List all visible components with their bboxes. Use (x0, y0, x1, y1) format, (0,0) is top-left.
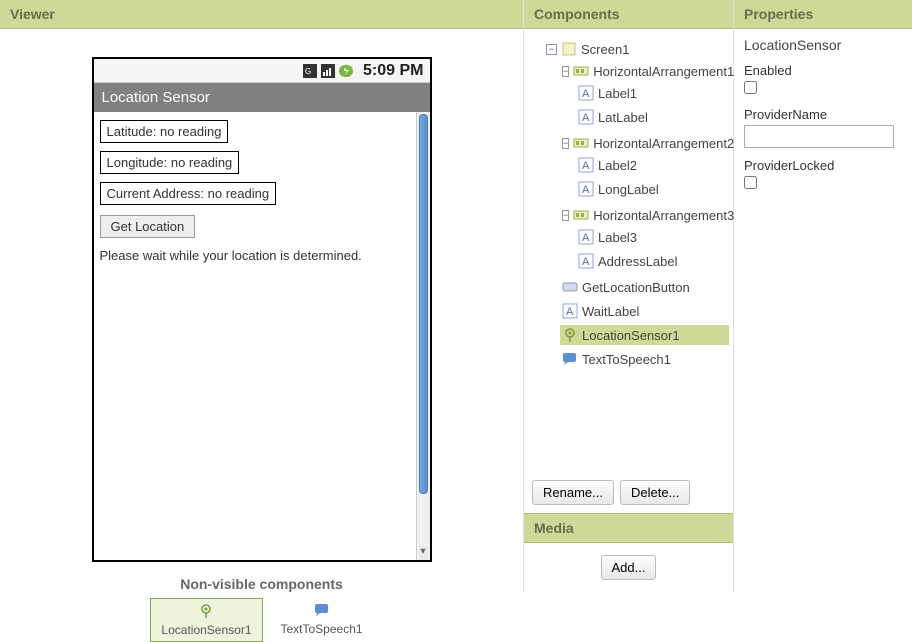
nonvisible-texttospeech[interactable]: TextToSpeech1 (271, 598, 373, 642)
nonvisible-heading: Non-visible components (180, 576, 343, 592)
tree-item-label3[interactable]: A Label3 (576, 227, 729, 247)
screen-icon (561, 41, 577, 57)
tree-item-screen1[interactable]: − Screen1 (544, 39, 729, 59)
app-titlebar: Location Sensor (94, 83, 430, 112)
svg-text:A: A (582, 88, 590, 100)
tree-item-getlocationbutton[interactable]: GetLocationButton (560, 277, 729, 297)
tree-item-label1[interactable]: A Label1 (576, 83, 729, 103)
media-header: Media (524, 513, 733, 543)
wait-label: Please wait while your location is deter… (100, 248, 410, 263)
tree-item-waitlabel[interactable]: A WaitLabel (560, 301, 729, 321)
speech-icon (314, 602, 330, 618)
latitude-row: Latitude: no reading (100, 120, 229, 143)
expander-icon[interactable]: − (546, 44, 557, 55)
nonvisible-label: TextToSpeech1 (281, 622, 363, 636)
add-media-button[interactable]: Add... (601, 555, 657, 580)
tree-item-label2[interactable]: A Label2 (576, 155, 729, 175)
speech-icon (562, 351, 578, 367)
scroll-down-icon[interactable]: ▾ (419, 546, 428, 560)
component-tree: − Screen1 − HorizontalArrangement1 (524, 29, 733, 472)
phone-preview: G 5:09 PM Location Sensor Latitude: no r… (92, 57, 432, 562)
nonvisible-locationsensor[interactable]: LocationSensor1 (150, 598, 262, 642)
tree-item-locationsensor1[interactable]: LocationSensor1 (560, 325, 729, 345)
providername-label: ProviderName (744, 107, 902, 122)
label-icon: A (578, 157, 594, 173)
components-header: Components (524, 0, 733, 29)
nonvisible-label: LocationSensor1 (161, 623, 251, 637)
tree-item-texttospeech1[interactable]: TextToSpeech1 (560, 349, 729, 369)
svg-text:A: A (582, 256, 590, 268)
expander-icon[interactable]: − (562, 66, 569, 77)
label-icon: A (578, 109, 594, 125)
viewer-panel: Viewer G 5:09 PM Location Sensor (0, 0, 524, 592)
scrollbar[interactable]: ▾ (416, 112, 430, 560)
arrangement-icon (573, 135, 589, 151)
delete-button[interactable]: Delete... (620, 480, 690, 505)
address-row: Current Address: no reading (100, 182, 277, 205)
statusbar: G 5:09 PM (94, 59, 430, 83)
network-icon: G (303, 64, 317, 78)
tree-item-latlabel[interactable]: A LatLabel (576, 107, 729, 127)
providerlocked-label: ProviderLocked (744, 158, 902, 173)
label-icon: A (578, 85, 594, 101)
battery-icon (339, 64, 355, 78)
location-icon (198, 603, 214, 619)
svg-text:A: A (582, 184, 590, 196)
svg-text:A: A (566, 306, 574, 318)
enabled-checkbox[interactable] (744, 81, 757, 94)
providerlocked-checkbox[interactable] (744, 176, 757, 189)
viewer-header: Viewer (0, 0, 523, 29)
label-icon: A (578, 253, 594, 269)
components-panel: Components − Screen1 − Horizonta (524, 0, 734, 592)
statusbar-time: 5:09 PM (363, 62, 423, 80)
properties-header: Properties (734, 0, 912, 29)
location-icon (562, 327, 578, 343)
tree-item-ha3[interactable]: − HorizontalArrangement3 (560, 205, 729, 225)
tree-item-ha2[interactable]: − HorizontalArrangement2 (560, 133, 729, 153)
rename-button[interactable]: Rename... (532, 480, 614, 505)
expander-icon[interactable]: − (562, 210, 569, 221)
properties-panel: Properties LocationSensor Enabled Provid… (734, 0, 912, 592)
enabled-label: Enabled (744, 63, 902, 78)
tree-item-ha1[interactable]: − HorizontalArrangement1 (560, 61, 729, 81)
label-icon: A (578, 181, 594, 197)
svg-text:A: A (582, 160, 590, 172)
properties-component-name: LocationSensor (744, 37, 902, 53)
screen-content: Latitude: no reading Longitude: no readi… (94, 112, 416, 560)
tree-item-addresslabel[interactable]: A AddressLabel (576, 251, 729, 271)
svg-text:A: A (582, 232, 590, 244)
get-location-button[interactable]: Get Location (100, 215, 196, 238)
longitude-row: Longitude: no reading (100, 151, 240, 174)
scrollbar-thumb[interactable] (419, 114, 428, 494)
signal-icon (321, 64, 335, 78)
tree-item-longlabel[interactable]: A LongLabel (576, 179, 729, 199)
svg-text:A: A (582, 112, 590, 124)
providername-input[interactable] (744, 125, 894, 148)
svg-text:G: G (305, 67, 311, 76)
button-icon (562, 279, 578, 295)
expander-icon[interactable]: − (562, 138, 569, 149)
label-icon: A (578, 229, 594, 245)
arrangement-icon (573, 207, 589, 223)
label-icon: A (562, 303, 578, 319)
arrangement-icon (573, 63, 589, 79)
